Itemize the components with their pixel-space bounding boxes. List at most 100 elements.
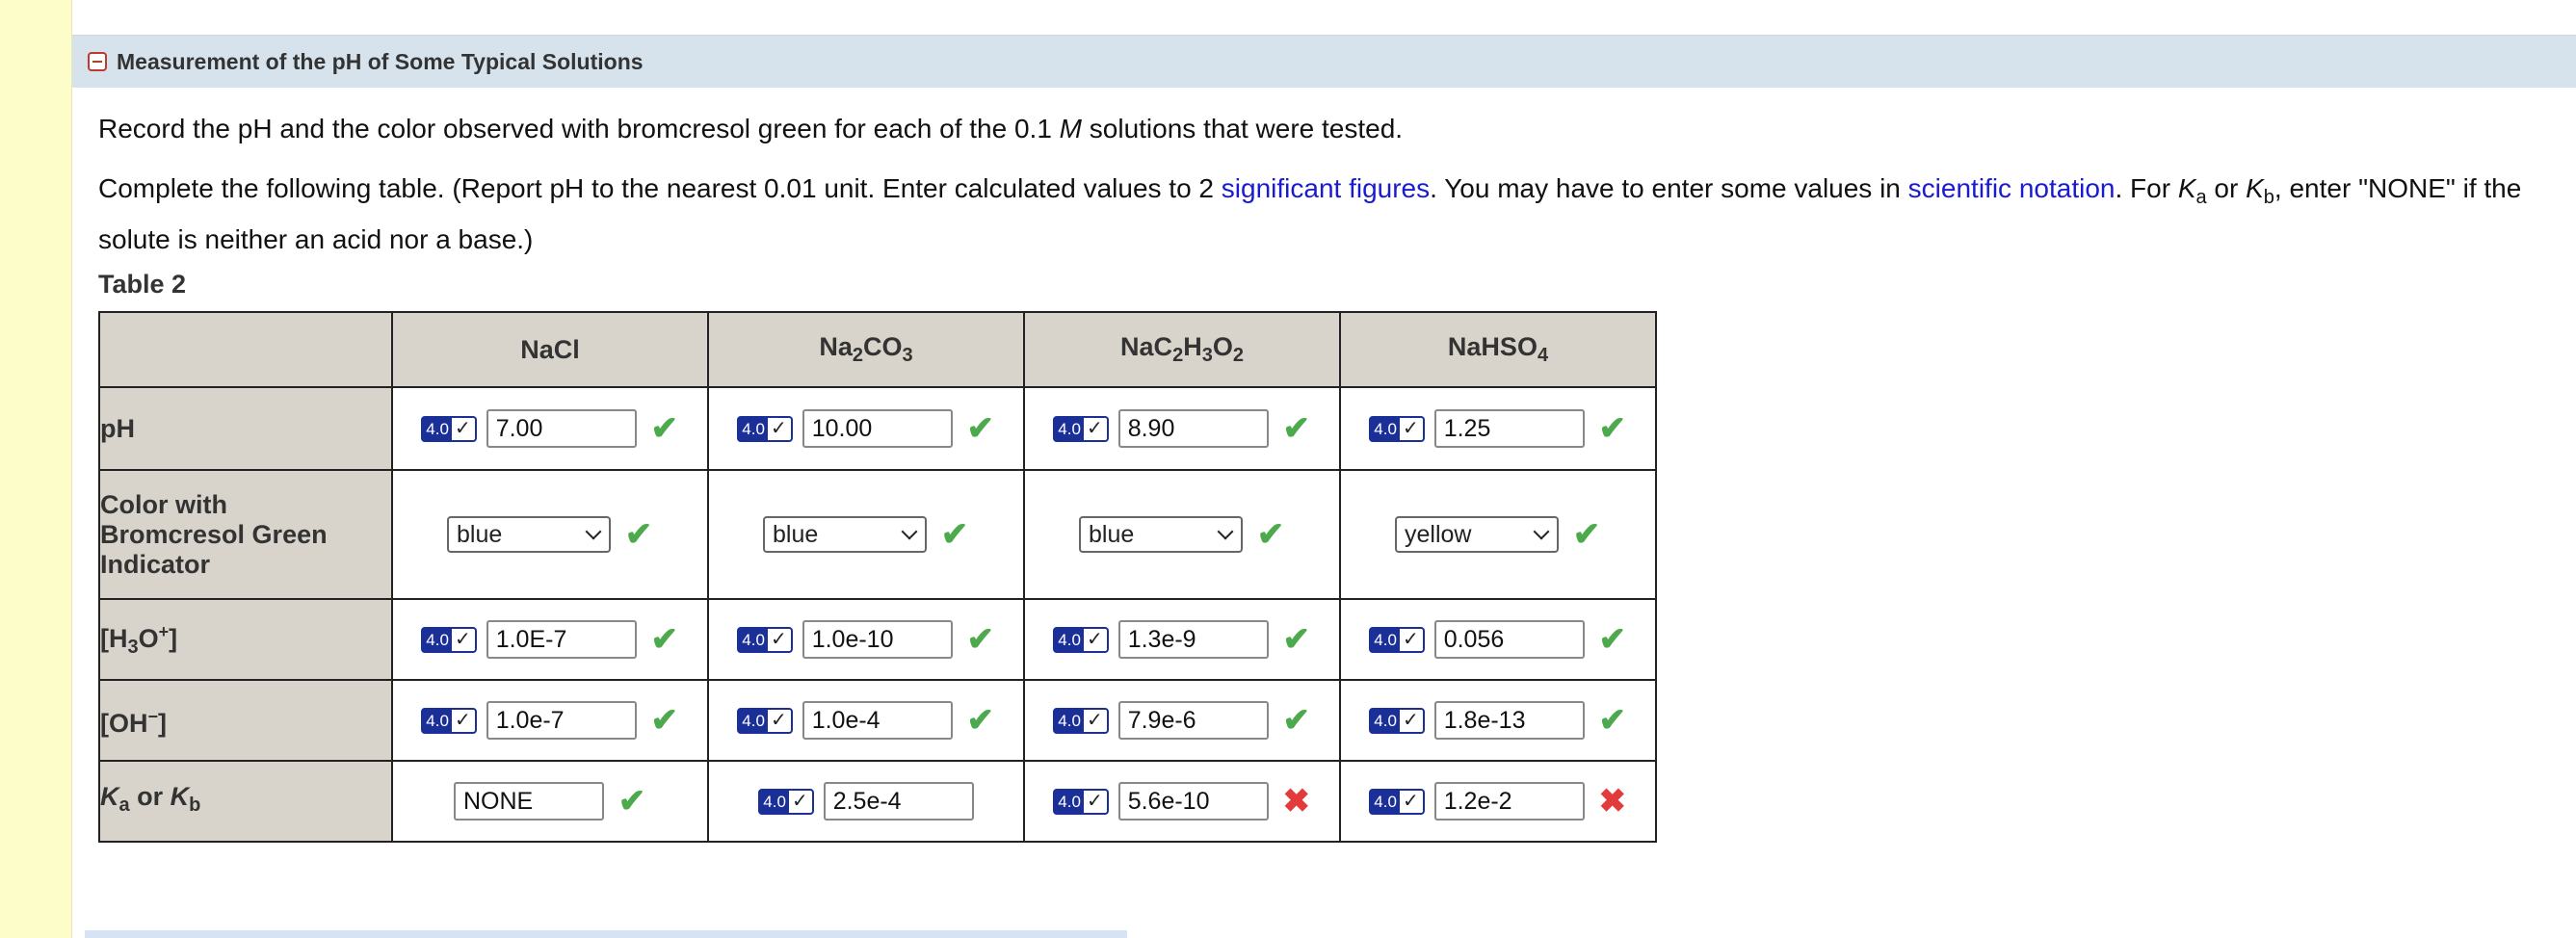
cell-ph-na2co3: 4.0✓ ✔ bbox=[707, 386, 1025, 471]
badge-check-icon: ✓ bbox=[454, 628, 471, 650]
section-header[interactable]: Measurement of the pH of Some Typical So… bbox=[72, 36, 2576, 88]
answer-version-badge[interactable]: 4.0 ✓ bbox=[1369, 415, 1425, 442]
answer-version-badge[interactable]: 4.0 ✓ bbox=[421, 415, 477, 442]
cell-ph-nahso4: 4.0✓ ✔ bbox=[1339, 386, 1657, 471]
badge-check-icon: ✓ bbox=[454, 709, 471, 731]
answer-version-badge[interactable]: 4.0 ✓ bbox=[1369, 788, 1425, 815]
row-label-oh: [OH−] bbox=[98, 679, 393, 762]
cell-ph-nacl: 4.0✓ ✔ bbox=[391, 386, 709, 471]
cell-ph-nac2h3o2: 4.0✓ ✔ bbox=[1023, 386, 1341, 471]
oh-input-nacl[interactable] bbox=[486, 701, 637, 740]
section-title: Measurement of the pH of Some Typical So… bbox=[117, 48, 644, 74]
answer-version-badge[interactable]: 4.0 ✓ bbox=[1053, 707, 1109, 734]
color-select-nac2h3o2[interactable]: blue bbox=[1079, 516, 1243, 553]
collapse-icon[interactable] bbox=[88, 52, 107, 71]
k-input-na2co3[interactable] bbox=[823, 782, 974, 821]
ph-input-nacl[interactable] bbox=[486, 409, 637, 448]
answer-version-badge[interactable]: 4.0 ✓ bbox=[737, 626, 793, 653]
color-select-na2co3[interactable]: blue bbox=[763, 516, 927, 553]
cell-h3o-nahso4: 4.0✓ ✔ bbox=[1339, 598, 1657, 681]
row-label-text: ] bbox=[158, 709, 168, 738]
answer-version-badge[interactable]: 4.0 ✓ bbox=[1369, 626, 1425, 653]
answer-version-badge[interactable]: 4.0 ✓ bbox=[421, 626, 477, 653]
h3o-input-nahso4[interactable] bbox=[1433, 620, 1585, 659]
ph-input-na2co3[interactable] bbox=[802, 409, 953, 448]
correct-check-icon: ✔ bbox=[650, 410, 678, 447]
badge-check-icon: ✓ bbox=[1086, 417, 1103, 439]
significant-figures-link[interactable]: significant figures bbox=[1222, 173, 1430, 203]
ph-input-nac2h3o2[interactable] bbox=[1117, 409, 1269, 448]
incorrect-x-icon: ✖ bbox=[1598, 783, 1626, 820]
correct-check-icon: ✔ bbox=[1598, 410, 1626, 447]
correct-check-icon: ✔ bbox=[650, 702, 678, 739]
select-value: yellow bbox=[1405, 520, 1472, 548]
answer-version-badge[interactable]: 4.0 ✓ bbox=[421, 707, 477, 734]
badge-version: 4.0 bbox=[423, 628, 452, 651]
answer-version-badge[interactable]: 4.0 ✓ bbox=[737, 415, 793, 442]
oh-input-nac2h3o2[interactable] bbox=[1117, 701, 1269, 740]
correct-check-icon: ✔ bbox=[618, 783, 646, 820]
table-row-k: Ka or Kb ✔ 4.0✓ 4.0✓ ✖ 4.0✓ ✖ bbox=[98, 760, 1657, 843]
row-label-k: Ka or Kb bbox=[98, 760, 393, 843]
answer-version-badge[interactable]: 4.0 ✓ bbox=[758, 788, 814, 815]
row-label-subscript: a bbox=[118, 795, 130, 816]
oh-input-nahso4[interactable] bbox=[1433, 701, 1585, 740]
badge-check-icon: ✓ bbox=[454, 417, 471, 439]
row-label-line: Indicator bbox=[100, 549, 211, 579]
badge-version: 4.0 bbox=[760, 790, 789, 813]
cell-h3o-nac2h3o2: 4.0✓ ✔ bbox=[1023, 598, 1341, 681]
cell-color-na2co3: blue ✔ bbox=[707, 469, 1025, 600]
row-label-text: or bbox=[129, 782, 171, 811]
cell-h3o-na2co3: 4.0✓ ✔ bbox=[707, 598, 1025, 681]
row-label-text: [OH bbox=[100, 709, 148, 738]
badge-version: 4.0 bbox=[1371, 709, 1400, 732]
left-margin-strip bbox=[0, 0, 72, 938]
correct-check-icon: ✔ bbox=[940, 516, 969, 553]
badge-check-icon: ✓ bbox=[791, 790, 808, 812]
incorrect-x-icon: ✖ bbox=[1282, 783, 1310, 820]
cell-oh-nacl: 4.0✓ ✔ bbox=[391, 679, 709, 762]
answer-version-badge[interactable]: 4.0 ✓ bbox=[1053, 788, 1109, 815]
answer-version-badge[interactable]: 4.0 ✓ bbox=[1369, 707, 1425, 734]
h3o-input-nac2h3o2[interactable] bbox=[1117, 620, 1269, 659]
ka-symbol: K bbox=[2177, 173, 2196, 203]
badge-check-icon: ✓ bbox=[1402, 709, 1419, 731]
cell-k-nacl: ✔ bbox=[391, 760, 709, 843]
cell-color-nacl: blue ✔ bbox=[391, 469, 709, 600]
answer-version-badge[interactable]: 4.0 ✓ bbox=[737, 707, 793, 734]
table-row-h3o: [H3O+] 4.0✓✔ 4.0✓✔ 4.0✓✔ 4.0✓✔ bbox=[98, 598, 1657, 681]
scientific-notation-link[interactable]: scientific notation bbox=[1908, 173, 2116, 203]
chevron-down-icon bbox=[585, 523, 602, 540]
correct-check-icon: ✔ bbox=[1598, 621, 1626, 658]
cell-color-nac2h3o2: blue ✔ bbox=[1023, 469, 1341, 600]
cell-k-nac2h3o2: 4.0✓ ✖ bbox=[1023, 760, 1341, 843]
answer-version-badge[interactable]: 4.0 ✓ bbox=[1053, 626, 1109, 653]
column-header-nacl: NaCl bbox=[391, 311, 709, 388]
color-select-nacl[interactable]: blue bbox=[447, 516, 611, 553]
correct-check-icon: ✔ bbox=[1598, 702, 1626, 739]
color-select-nahso4[interactable]: yellow bbox=[1395, 516, 1559, 553]
k-input-nahso4[interactable] bbox=[1433, 782, 1585, 821]
badge-version: 4.0 bbox=[1371, 417, 1400, 440]
badge-version: 4.0 bbox=[1055, 709, 1084, 732]
correct-check-icon: ✔ bbox=[966, 702, 994, 739]
badge-check-icon: ✓ bbox=[1402, 628, 1419, 650]
bottom-section-edge bbox=[85, 930, 1127, 938]
row-label-line: Color with bbox=[100, 489, 227, 519]
h3o-input-na2co3[interactable] bbox=[802, 620, 953, 659]
oh-input-na2co3[interactable] bbox=[802, 701, 953, 740]
badge-version: 4.0 bbox=[423, 709, 452, 732]
ph-input-nahso4[interactable] bbox=[1433, 409, 1585, 448]
formula-subscript: 4 bbox=[1537, 345, 1549, 366]
h3o-input-nacl[interactable] bbox=[486, 620, 637, 659]
corner-header bbox=[98, 311, 393, 388]
cell-k-nahso4: 4.0✓ ✖ bbox=[1339, 760, 1657, 843]
answer-version-badge[interactable]: 4.0 ✓ bbox=[1053, 415, 1109, 442]
badge-version: 4.0 bbox=[739, 417, 768, 440]
table-row-oh: [OH−] 4.0✓✔ 4.0✓✔ 4.0✓✔ 4.0✓✔ bbox=[98, 679, 1657, 762]
k-input-nac2h3o2[interactable] bbox=[1117, 782, 1269, 821]
formula-subscript: 2 bbox=[1232, 345, 1244, 366]
badge-check-icon: ✓ bbox=[1086, 628, 1103, 650]
k-input-nacl[interactable] bbox=[454, 782, 604, 821]
row-label-h3o: [H3O+] bbox=[98, 598, 393, 681]
